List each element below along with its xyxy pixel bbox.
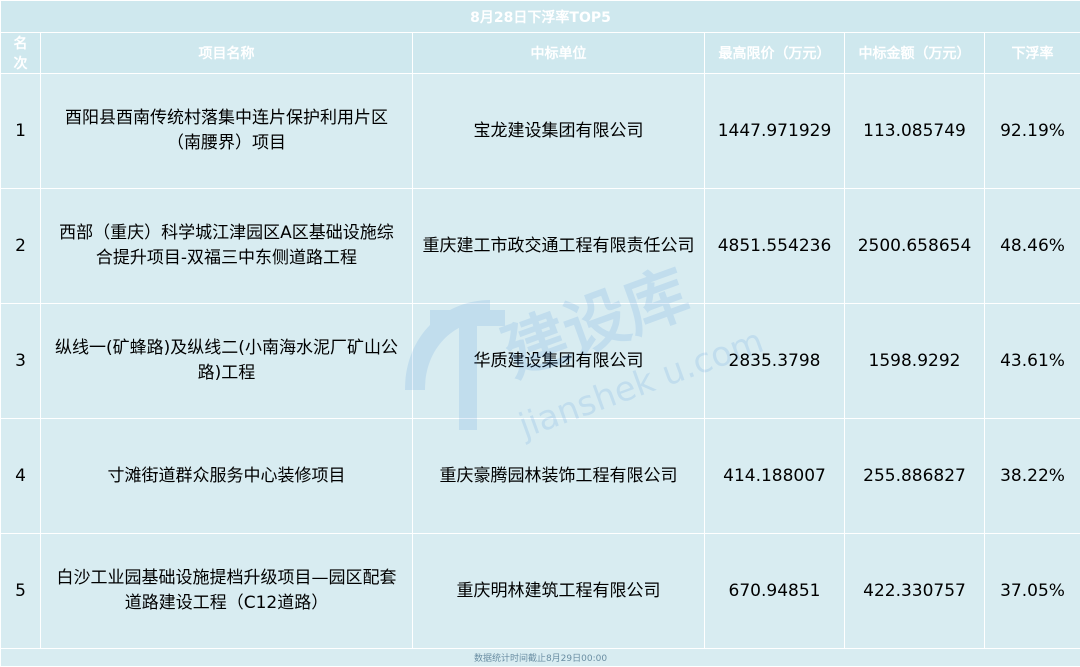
max-price-cell: 2835.3798 (705, 304, 845, 419)
bid-amount-cell: 422.330757 (845, 534, 985, 649)
bid-amount-cell: 1598.9292 (845, 304, 985, 419)
rate-cell: 48.46% (985, 189, 1080, 304)
col-header-rate: 下浮率 (985, 33, 1080, 74)
table-row: 4 寸滩街道群众服务中心装修项目 重庆豪腾园林装饰工程有限公司 414.1880… (1, 419, 1080, 534)
table-title: 8月28日下浮率TOP5 (1, 1, 1080, 33)
table-row: 5 白沙工业园基础设施提档升级项目—园区配套道路建设工程（C12道路） 重庆明林… (1, 534, 1080, 649)
winner-cell: 重庆豪腾园林装饰工程有限公司 (413, 419, 705, 534)
max-price-cell: 4851.554236 (705, 189, 845, 304)
ranking-table-card: 8月28日下浮率TOP5 名次 项目名称 中标单位 最高限价（万元） 中标金额（… (0, 0, 1080, 658)
rank-cell: 3 (1, 304, 41, 419)
col-header-winner: 中标单位 (413, 33, 705, 74)
project-name-cell: 纵线一(矿蜂路)及纵线二(小南海水泥厂矿山公路)工程 (41, 304, 413, 419)
rank-cell: 1 (1, 74, 41, 189)
winner-cell: 重庆明林建筑工程有限公司 (413, 534, 705, 649)
table-row: 3 纵线一(矿蜂路)及纵线二(小南海水泥厂矿山公路)工程 华质建设集团有限公司 … (1, 304, 1080, 419)
col-header-project: 项目名称 (41, 33, 413, 74)
project-name-cell: 酉阳县酉南传统村落集中连片保护利用片区（南腰界）项目 (41, 74, 413, 189)
rate-cell: 92.19% (985, 74, 1080, 189)
max-price-cell: 1447.971929 (705, 74, 845, 189)
project-name-cell: 西部（重庆）科学城江津园区A区基础设施综合提升项目-双福三中东侧道路工程 (41, 189, 413, 304)
rank-cell: 5 (1, 534, 41, 649)
col-header-max-price: 最高限价（万元） (705, 33, 845, 74)
rank-cell: 2 (1, 189, 41, 304)
max-price-cell: 670.94851 (705, 534, 845, 649)
table-row: 1 酉阳县酉南传统村落集中连片保护利用片区（南腰界）项目 宝龙建设集团有限公司 … (1, 74, 1080, 189)
col-header-bid-amount: 中标金额（万元） (845, 33, 985, 74)
rate-cell: 37.05% (985, 534, 1080, 649)
max-price-cell: 414.188007 (705, 419, 845, 534)
winner-cell: 重庆建工市政交通工程有限责任公司 (413, 189, 705, 304)
project-name-cell: 寸滩街道群众服务中心装修项目 (41, 419, 413, 534)
bid-amount-cell: 2500.658654 (845, 189, 985, 304)
table-title-row: 8月28日下浮率TOP5 (1, 1, 1080, 33)
ranking-table: 8月28日下浮率TOP5 名次 项目名称 中标单位 最高限价（万元） 中标金额（… (0, 0, 1080, 667)
winner-cell: 华质建设集团有限公司 (413, 304, 705, 419)
rank-cell: 4 (1, 419, 41, 534)
project-name-cell: 白沙工业园基础设施提档升级项目—园区配套道路建设工程（C12道路） (41, 534, 413, 649)
rate-cell: 43.61% (985, 304, 1080, 419)
rate-cell: 38.22% (985, 419, 1080, 534)
col-header-rank: 名次 (1, 33, 41, 74)
bid-amount-cell: 113.085749 (845, 74, 985, 189)
bid-amount-cell: 255.886827 (845, 419, 985, 534)
table-header-row: 名次 项目名称 中标单位 最高限价（万元） 中标金额（万元） 下浮率 (1, 33, 1080, 74)
table-row: 2 西部（重庆）科学城江津园区A区基础设施综合提升项目-双福三中东侧道路工程 重… (1, 189, 1080, 304)
winner-cell: 宝龙建设集团有限公司 (413, 74, 705, 189)
